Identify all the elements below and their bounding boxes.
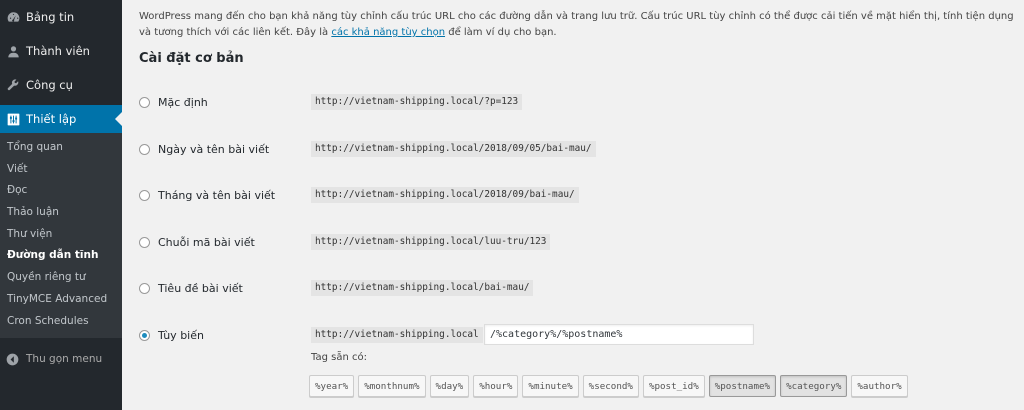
example-day-name: http://vietnam-shipping.local/2018/09/05… [311,141,596,157]
submenu-media[interactable]: Thư viện [0,224,122,246]
submenu-reading[interactable]: Đọc [0,180,122,202]
menu-tools-label: Công cụ [26,78,73,92]
example-plain: http://vietnam-shipping.local/?p=123 [311,94,523,110]
wrench-icon [6,78,20,92]
section-title: Cài đặt cơ bản [139,51,244,66]
submenu-general[interactable]: Tổng quan [0,137,122,159]
menu-dashboard-label: Bảng tin [26,10,75,24]
example-numeric: http://vietnam-shipping.local/luu-tru/12… [311,234,551,250]
collapse-menu-label: Thu gọn menu [26,353,103,366]
users-icon [6,44,20,58]
radio-month-name[interactable] [139,189,150,201]
radio-post-name[interactable] [139,282,150,294]
option-numeric[interactable]: Chuỗi mã bài viết [139,233,255,251]
submenu-writing[interactable]: Viết [0,159,122,181]
option-day-name[interactable]: Ngày và tên bài viết [139,140,269,158]
tag-postname-button[interactable]: %postname% [708,375,777,397]
radio-numeric[interactable] [139,236,150,248]
available-tags-label: Tag sẵn có: [311,352,367,363]
radio-custom[interactable] [139,329,150,341]
collapse-arrow-icon [6,353,19,366]
option-post-name-label: Tiêu đề bài viết [158,281,243,295]
tag-hour-button[interactable]: %hour% [473,375,519,397]
menu-settings-label: Thiết lập [26,112,77,126]
submenu-discussion[interactable]: Thảo luận [0,202,122,224]
option-custom-label: Tùy biến [158,328,204,342]
radio-day-name[interactable] [139,143,150,155]
example-post-name: http://vietnam-shipping.local/bai-mau/ [311,280,534,296]
radio-plain[interactable] [139,96,150,108]
submenu-privacy[interactable]: Quyền riêng tư [0,267,122,289]
option-month-name[interactable]: Tháng và tên bài viết [139,186,275,204]
option-plain-label: Mặc định [158,95,208,109]
admin-sidebar: Bảng tin Thành viên Công cụ Thiết lập Tổ… [0,0,122,410]
collapse-menu-button[interactable]: Thu gọn menu [0,342,122,376]
menu-settings[interactable]: Thiết lập [0,105,122,133]
tag-minute-button[interactable]: %minute% [522,375,579,397]
tag-monthnum-button[interactable]: %monthnum% [358,375,426,397]
settings-icon [6,112,20,126]
option-month-name-label: Tháng và tên bài viết [158,188,276,202]
intro-text: WordPress mang đến cho bạn khả năng tùy … [139,11,1014,38]
submenu-permalinks[interactable]: Đường dẫn tĩnh [0,245,122,267]
option-plain[interactable]: Mặc định [139,93,208,111]
tag-post-id-button[interactable]: %post_id% [642,375,705,397]
submenu-tinymce-advanced[interactable]: TinyMCE Advanced [0,289,122,311]
tag-category-button[interactable]: %category% [780,375,848,397]
menu-tools[interactable]: Công cụ [0,68,122,102]
menu-users-label: Thành viên [26,44,90,58]
dashboard-icon [6,10,20,24]
settings-submenu: Tổng quan Viết Đọc Thảo luận Thư viện Đư… [0,133,122,339]
option-custom[interactable]: Tùy biến [139,326,204,344]
menu-users[interactable]: Thành viên [0,34,122,68]
tag-second-button[interactable]: %second% [582,375,639,397]
option-post-name[interactable]: Tiêu đề bài viết [139,279,243,297]
tag-day-button[interactable]: %day% [429,375,470,397]
submenu-cron-schedules[interactable]: Cron Schedules [0,311,122,333]
menu-dashboard[interactable]: Bảng tin [0,0,122,34]
custom-structure-input[interactable] [484,324,754,345]
option-day-name-label: Ngày và tên bài viết [158,142,270,156]
option-numeric-label: Chuỗi mã bài viết [158,235,255,249]
permalink-settings-main: WordPress mang đến cho bạn khả năng tùy … [122,0,1024,410]
tag-author-button[interactable]: %author% [851,375,908,397]
example-month-name: http://vietnam-shipping.local/2018/09/ba… [311,187,579,203]
example-custom-base: http://vietnam-shipping.local [311,327,483,343]
tag-year-button[interactable]: %year% [309,375,355,397]
permalink-options-link[interactable]: các khả năng tùy chọn [331,27,445,38]
available-tags: %year% %monthnum% %day% %hour% %minute% … [309,375,912,397]
